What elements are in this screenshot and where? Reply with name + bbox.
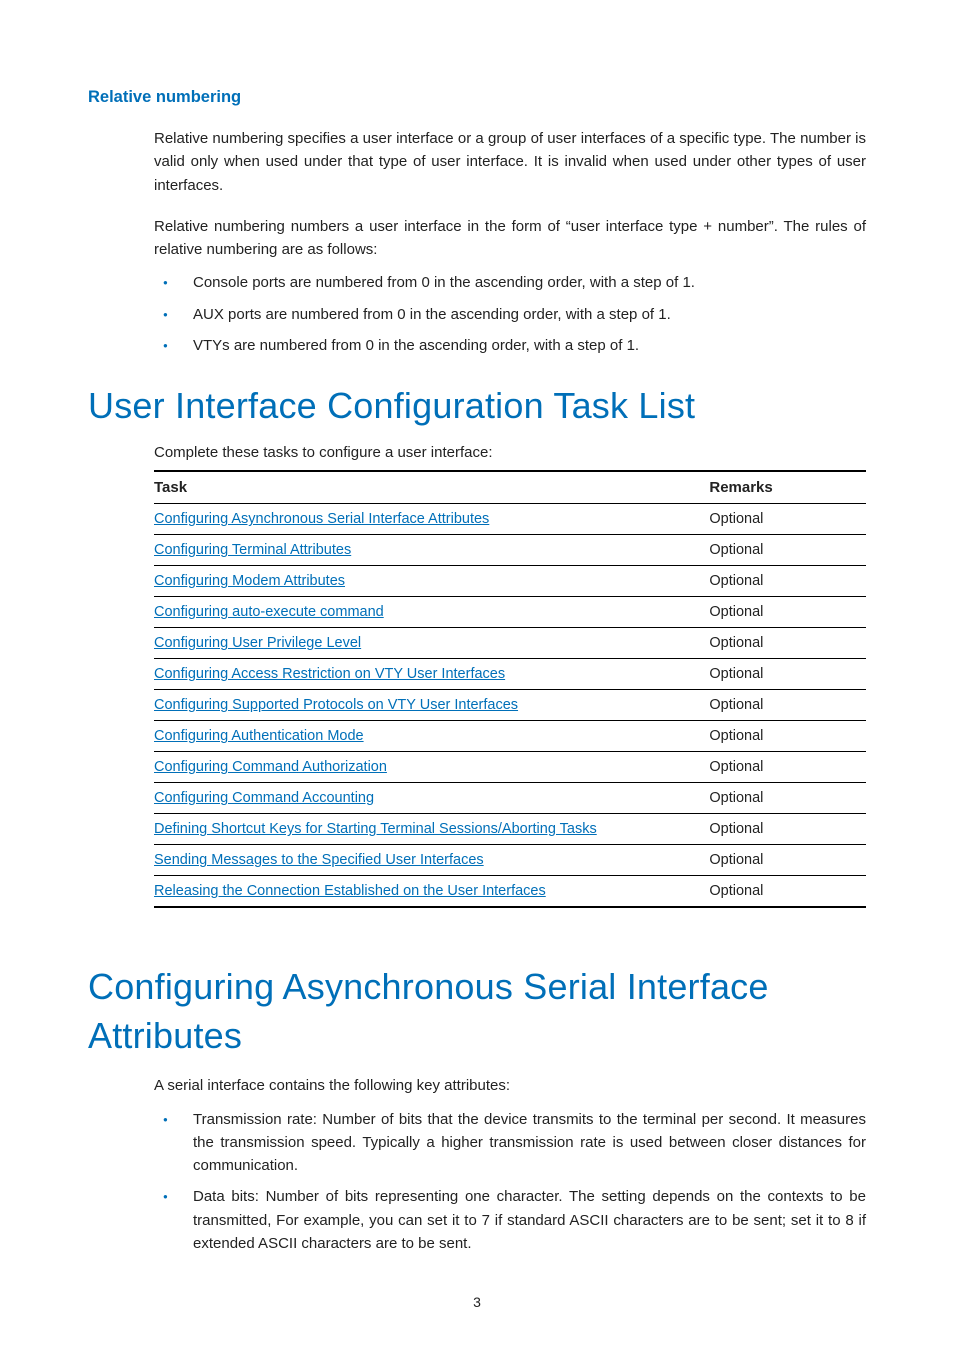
task-link[interactable]: Configuring Terminal Attributes xyxy=(154,542,351,558)
task-remarks: Optional xyxy=(709,690,866,721)
relnum-bullet-list: Console ports are numbered from 0 in the… xyxy=(88,271,866,357)
table-row: Configuring auto-execute command Optional xyxy=(154,597,866,628)
task-remarks: Optional xyxy=(709,566,866,597)
table-row: Configuring User Privilege Level Optional xyxy=(154,628,866,659)
table-row: Configuring Asynchronous Serial Interfac… xyxy=(154,504,866,535)
task-remarks: Optional xyxy=(709,845,866,876)
heading-relative-numbering: Relative numbering xyxy=(88,88,866,107)
col-header-remarks: Remarks xyxy=(709,471,866,504)
task-remarks: Optional xyxy=(709,783,866,814)
table-row: Configuring Command Authorization Optiona… xyxy=(154,752,866,783)
async-intro: A serial interface contains the followin… xyxy=(154,1074,866,1097)
task-remarks: Optional xyxy=(709,628,866,659)
task-remarks: Optional xyxy=(709,721,866,752)
task-link[interactable]: Configuring User Privilege Level xyxy=(154,635,361,651)
list-item: Data bits: Number of bits representing o… xyxy=(193,1185,866,1255)
list-item: VTYs are numbered from 0 in the ascendin… xyxy=(193,334,866,357)
task-link[interactable]: Configuring Modem Attributes xyxy=(154,573,345,589)
task-remarks: Optional xyxy=(709,535,866,566)
list-item: AUX ports are numbered from 0 in the asc… xyxy=(193,303,866,326)
table-row: Defining Shortcut Keys for Starting Term… xyxy=(154,814,866,845)
table-row: Configuring Authentication Mode Optional xyxy=(154,721,866,752)
task-link[interactable]: Configuring Authentication Mode xyxy=(154,728,364,744)
col-header-task: Task xyxy=(154,471,709,504)
table-row: Configuring Supported Protocols on VTY U… xyxy=(154,690,866,721)
task-link[interactable]: Configuring Command Authorization xyxy=(154,759,387,775)
task-remarks: Optional xyxy=(709,597,866,628)
task-link[interactable]: Defining Shortcut Keys for Starting Term… xyxy=(154,821,597,837)
task-link[interactable]: Configuring Access Restriction on VTY Us… xyxy=(154,666,505,682)
list-item: Transmission rate: Number of bits that t… xyxy=(193,1108,866,1178)
relnum-para-2: Relative numbering numbers a user interf… xyxy=(154,215,866,262)
task-remarks: Optional xyxy=(709,504,866,535)
task-remarks: Optional xyxy=(709,752,866,783)
task-remarks: Optional xyxy=(709,659,866,690)
task-remarks: Optional xyxy=(709,814,866,845)
table-row: Configuring Modem Attributes Optional xyxy=(154,566,866,597)
task-link[interactable]: Configuring Supported Protocols on VTY U… xyxy=(154,697,518,713)
task-table: Task Remarks Configuring Asynchronous Se… xyxy=(154,470,866,908)
heading-async-attrs: Configuring Asynchronous Serial Interfac… xyxy=(88,963,866,1060)
tasklist-intro: Complete these tasks to configure a user… xyxy=(154,441,866,464)
relnum-para-1: Relative numbering specifies a user inte… xyxy=(154,127,866,197)
page-number: 3 xyxy=(0,1294,954,1310)
async-bullet-list: Transmission rate: Number of bits that t… xyxy=(88,1108,866,1256)
table-row: Configuring Command Accounting Optional xyxy=(154,783,866,814)
heading-task-list: User Interface Configuration Task List xyxy=(88,385,866,427)
task-link[interactable]: Configuring Command Accounting xyxy=(154,790,374,806)
table-row: Releasing the Connection Established on … xyxy=(154,876,866,908)
table-row: Configuring Terminal Attributes Optional xyxy=(154,535,866,566)
table-row: Sending Messages to the Specified User I… xyxy=(154,845,866,876)
task-link[interactable]: Configuring auto-execute command xyxy=(154,604,384,620)
task-link[interactable]: Sending Messages to the Specified User I… xyxy=(154,852,484,868)
task-link[interactable]: Configuring Asynchronous Serial Interfac… xyxy=(154,511,489,527)
task-link[interactable]: Releasing the Connection Established on … xyxy=(154,883,546,899)
task-remarks: Optional xyxy=(709,876,866,908)
table-row: Configuring Access Restriction on VTY Us… xyxy=(154,659,866,690)
list-item: Console ports are numbered from 0 in the… xyxy=(193,271,866,294)
